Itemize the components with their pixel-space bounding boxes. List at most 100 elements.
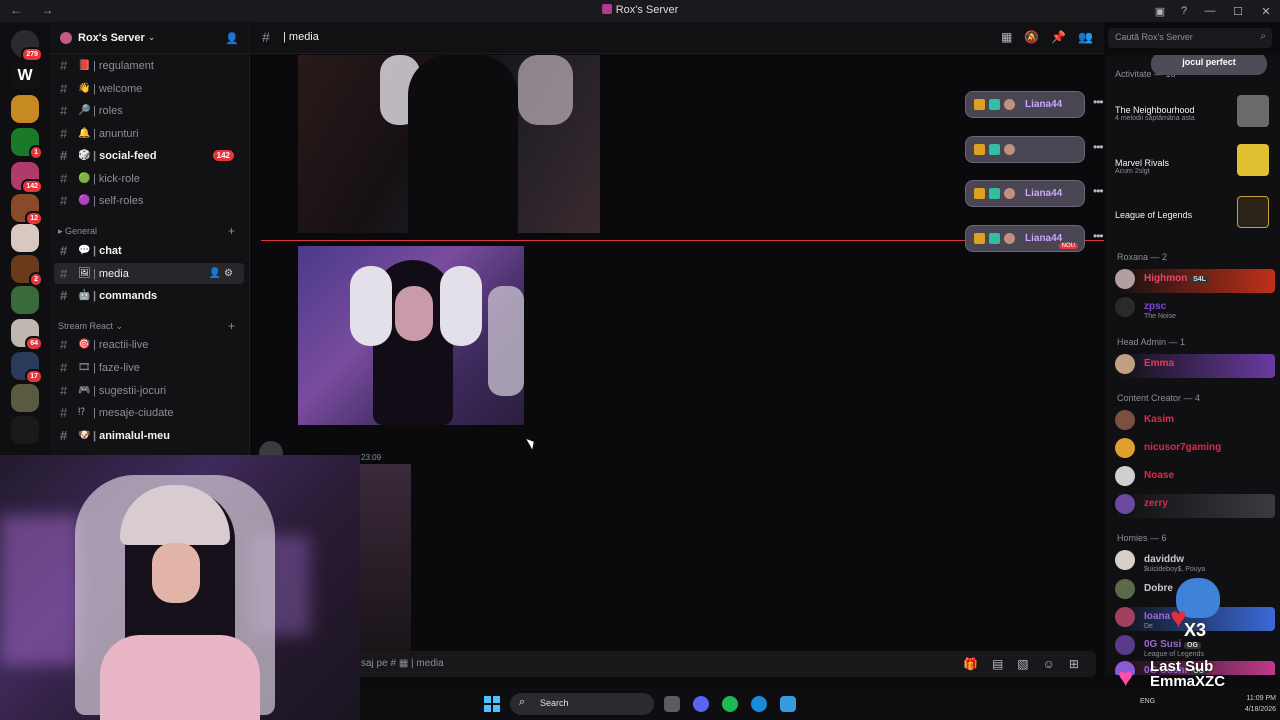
channel-media[interactable]: # 🖼 | media 👤⚙ <box>54 263 244 284</box>
member-item[interactable]: nicusor7gaming <box>1115 438 1275 460</box>
channel-regulament[interactable]: # 📕 | regulament <box>54 55 244 76</box>
channel-label: sugestii-jocuri <box>98 384 167 397</box>
channel-mesaje-ciudate[interactable]: # ⁉ | mesaje-ciudate <box>54 402 244 423</box>
more-icon[interactable]: ••• <box>1093 184 1104 198</box>
channel-faze-live[interactable]: # 🎞 | faze-live <box>54 357 244 378</box>
add-member-icon[interactable]: 👤 <box>225 32 239 45</box>
server-icon-3[interactable]: 1 <box>11 128 43 160</box>
file-explorer-icon[interactable] <box>664 696 680 712</box>
activity-item[interactable]: League of Legends <box>1115 196 1269 228</box>
member-item[interactable]: zpsc The Noise <box>1115 297 1275 320</box>
app-icon[interactable] <box>780 696 796 712</box>
message-input[interactable]: saj pe # ▦ | media 🎁 ▤ ▧ ☺ ⊞ <box>251 651 1096 677</box>
server-icon-w2g[interactable] <box>11 416 39 444</box>
server-icon-11[interactable] <box>11 384 39 412</box>
placeholder-prefix: saj pe # <box>361 658 397 669</box>
member-item[interactable]: Emma <box>1115 354 1275 378</box>
member-item[interactable]: zerry <box>1115 494 1275 518</box>
media-image-3[interactable] <box>356 464 411 651</box>
channel-self-roles[interactable]: # 🟣 | self-roles <box>54 190 244 211</box>
reaction-pill[interactable]: Liana44 <box>965 91 1085 118</box>
taskbar-search[interactable]: ⌕ Search <box>510 693 654 715</box>
more-icon[interactable]: ••• <box>1093 140 1104 154</box>
channel-label: reactii-live <box>98 338 149 351</box>
hash-icon: # <box>60 171 68 186</box>
member-item[interactable]: Highmon S4L <box>1115 269 1275 293</box>
channel-emoji: 🎯 <box>78 339 91 350</box>
member-item[interactable]: daviddw $uicideboy$, Pouya <box>1115 550 1275 573</box>
activity-item[interactable]: Marvel Rivals Acum 2slgt <box>1115 144 1269 176</box>
more-icon[interactable]: ••• <box>1093 229 1104 243</box>
category-general[interactable]: ▸ General + <box>58 224 235 238</box>
threads-icon[interactable]: ▦ <box>1001 30 1012 44</box>
hash-icon: # <box>60 405 68 420</box>
member-list-icon[interactable]: 👥 <box>1078 30 1093 44</box>
reaction-pill[interactable]: Liana44 <box>965 180 1085 207</box>
server-rox[interactable]: 142 <box>11 162 43 194</box>
server-w[interactable]: W <box>11 62 39 90</box>
channel-reactii-live[interactable]: # 🎯 | reactii-live <box>54 334 244 355</box>
emoji-icon[interactable]: ☺ <box>1043 657 1055 671</box>
sticker-icon[interactable]: ▧ <box>1017 657 1028 671</box>
avatar <box>1115 607 1135 627</box>
channel-anunturi[interactable]: # 🔔 | anunturi <box>54 123 244 144</box>
channel-label: faze-live <box>98 361 140 374</box>
channel-settings-icon[interactable]: 👤⚙ <box>209 268 236 279</box>
apps-icon[interactable]: ⊞ <box>1069 657 1079 671</box>
server-icon-6[interactable] <box>11 224 39 252</box>
inbox-icon[interactable]: ▣ <box>1148 5 1172 18</box>
channel-animalul-meu[interactable]: # 🐶 | animalul-meu <box>54 425 244 446</box>
more-icon[interactable]: ••• <box>1093 95 1104 109</box>
media-image-1[interactable] <box>298 55 600 233</box>
activity-thumb <box>1237 196 1269 228</box>
channel-emoji: 🖼 <box>78 268 91 279</box>
discord-icon[interactable] <box>693 696 709 712</box>
media-image-2[interactable] <box>298 246 524 425</box>
channel-label: animalul-meu <box>99 429 170 442</box>
reaction-pill[interactable] <box>965 136 1085 163</box>
server-icon-9[interactable]: 64 <box>11 319 43 351</box>
server-icon-7[interactable]: 2 <box>11 255 43 287</box>
channel-roles[interactable]: # 🔎 | roles <box>54 100 244 121</box>
member-item[interactable]: Noase <box>1115 466 1275 488</box>
avatar <box>1004 233 1015 244</box>
gift-icon[interactable]: 🎁 <box>963 657 978 671</box>
activity-item[interactable]: The Neighbourhood 4 melodii săptămâna as… <box>1115 95 1269 127</box>
pin-icon[interactable]: 📌 <box>1051 30 1066 44</box>
direct-messages-button[interactable]: 279 <box>11 30 43 62</box>
taskbar-clock[interactable]: 11:09 PM 4/18/2026 <box>1230 693 1276 715</box>
unread-badge: 142 <box>212 150 234 161</box>
channel-emoji: ⁉ <box>78 407 86 418</box>
edge-icon[interactable] <box>751 696 767 712</box>
server-header[interactable]: Rox's Server ⌄ 👤 <box>50 22 249 54</box>
server-icon-5[interactable]: 12 <box>11 194 43 226</box>
server-icon-8[interactable] <box>11 286 39 314</box>
window-titlebar: ← → Rox's Server ▣ ? — ☐ ✕ <box>0 0 1280 22</box>
help-icon[interactable]: ? <box>1172 5 1196 17</box>
server-badge: 142 <box>21 179 43 194</box>
channel-chat[interactable]: # 💬 | chat <box>54 240 244 261</box>
member-name: Highmon S4L <box>1144 273 1209 284</box>
member-item[interactable]: Kasim <box>1115 410 1275 432</box>
search-input[interactable]: Caută Rox's Server ⌕ <box>1108 28 1272 48</box>
add-channel-icon[interactable]: + <box>228 224 235 238</box>
category-stream-react[interactable]: Stream React ⌄ + <box>58 319 235 333</box>
language-indicator[interactable]: ENG <box>1140 698 1155 705</box>
channel-social-feed[interactable]: # 🎲 | social-feed 142 <box>54 145 244 166</box>
channel-pipe: | <box>93 194 96 207</box>
server-icon-2[interactable] <box>11 95 39 123</box>
maximize-icon[interactable]: ☐ <box>1224 5 1252 18</box>
windows-start-icon[interactable] <box>484 696 500 712</box>
channel-commands[interactable]: # 🤖 | commands <box>54 285 244 306</box>
gif-icon[interactable]: ▤ <box>992 657 1003 671</box>
spotify-icon[interactable] <box>722 696 738 712</box>
minimize-icon[interactable]: — <box>1196 5 1224 17</box>
channel-sugestii-jocuri[interactable]: # 🎮 | sugestii-jocuri <box>54 380 244 401</box>
notifications-icon[interactable]: 🔕 <box>1024 30 1039 44</box>
channel-welcome[interactable]: # 👋 | welcome <box>54 78 244 99</box>
reaction-pill[interactable]: Liana44 NOU <box>965 225 1085 252</box>
add-channel-icon[interactable]: + <box>228 319 235 333</box>
server-icon-10[interactable]: 17 <box>11 352 43 384</box>
close-icon[interactable]: ✕ <box>1252 5 1280 18</box>
channel-kick-role[interactable]: # 🟢 | kick-role <box>54 168 244 189</box>
